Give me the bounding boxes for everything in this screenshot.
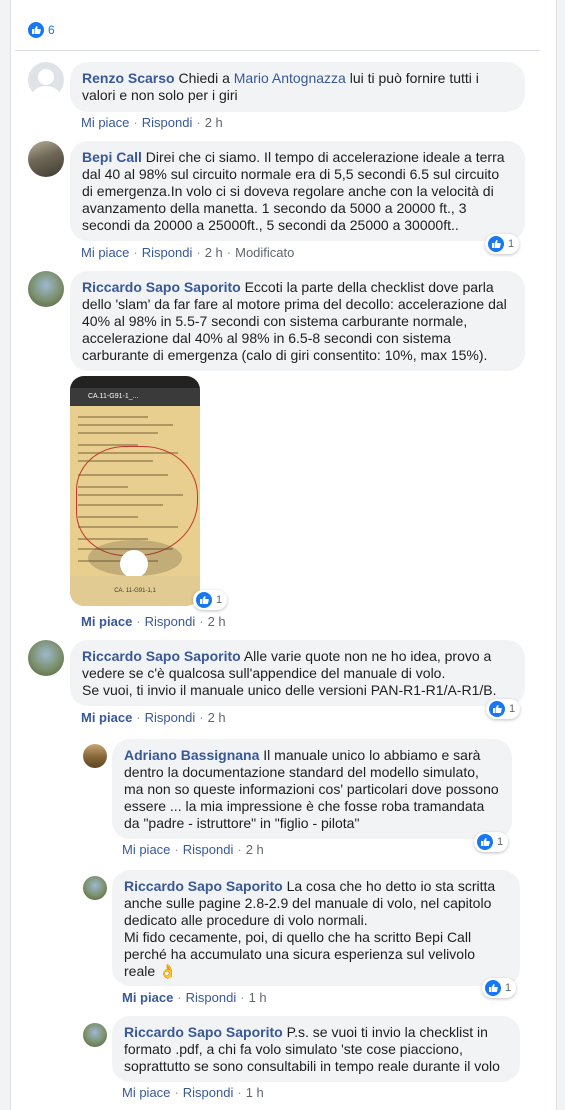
comment-bubble: Bepi Call Direi che ci siamo. Il tempo d… [70, 141, 525, 241]
pdf-viewer-title: CA.11-G91-1_... [70, 388, 200, 406]
like-icon [477, 834, 493, 850]
reply-button[interactable]: Rispondi [145, 614, 196, 629]
reply-author[interactable]: Riccardo Sapo Saporito [124, 1024, 283, 1040]
page-indicator [120, 550, 148, 578]
page-footer: CA. 11-G91-1,1 [70, 576, 200, 606]
mention-link[interactable]: Mario Antognazza [234, 70, 346, 86]
comment-reactions[interactable]: 1 [485, 234, 520, 254]
reply-author[interactable]: Adriano Bassignana [124, 747, 259, 763]
reaction-count: 1 [505, 982, 512, 994]
avatar[interactable] [28, 640, 64, 676]
reply-button[interactable]: Rispondi [142, 245, 193, 260]
like-button[interactable]: Mi piace [81, 115, 129, 130]
reply-bubble: Adriano Bassignana Il manuale unico lo a… [112, 739, 512, 839]
comment-timestamp[interactable]: 2 h [208, 710, 226, 725]
like-icon [485, 980, 501, 996]
reply-bubble: Riccardo Sapo Saporito La cosa che ho de… [112, 870, 520, 986]
reaction-count: 1 [497, 836, 504, 848]
like-icon [196, 592, 212, 608]
edited-label[interactable]: Modificato [235, 245, 294, 260]
reply-actions: Mi piace · Rispondi · 2 h [122, 842, 264, 857]
comment-bubble: Riccardo Sapo Saporito Eccoti la parte d… [70, 271, 525, 371]
comment-timestamp[interactable]: 2 h [205, 245, 223, 260]
divider [15, 50, 540, 51]
reply-timestamp[interactable]: 1 h [249, 990, 267, 1005]
reply-timestamp[interactable]: 2 h [246, 842, 264, 857]
reply-bubble: Riccardo Sapo Saporito P.s. se vuoi ti i… [112, 1016, 520, 1082]
ok-hand-emoji: 👌 [159, 963, 177, 979]
like-button[interactable]: Mi piace [81, 245, 129, 260]
reaction-count: 1 [216, 594, 223, 606]
comment-timestamp[interactable]: 2 h [205, 115, 223, 130]
comment-actions: Mi piace · Rispondi · 2 h [81, 710, 226, 725]
comment-actions: Mi piace · Rispondi · 2 h [81, 115, 223, 130]
post-like-count: 6 [48, 23, 55, 37]
comment-author[interactable]: Bepi Call [82, 149, 142, 165]
like-button[interactable]: Mi piace [122, 842, 170, 857]
like-icon [489, 701, 505, 717]
reply-reactions[interactable]: 1 [482, 978, 517, 998]
reply-button[interactable]: Rispondi [183, 842, 234, 857]
reply-button[interactable]: Rispondi [145, 710, 196, 725]
reaction-count: 1 [508, 238, 515, 250]
reply-actions: Mi piace · Rispondi · 1 h [122, 990, 267, 1005]
reply-button[interactable]: Rispondi [186, 990, 237, 1005]
reply-actions: Mi piace · Rispondi · 1 h [122, 1085, 264, 1100]
comment-actions: Mi piace · Rispondi · 2 h · Modificato [81, 245, 295, 260]
comment-reactions[interactable]: 1 [193, 590, 228, 610]
like-button[interactable]: Mi piace [81, 614, 132, 629]
comment-reactions[interactable]: 1 [486, 699, 521, 719]
reply-author[interactable]: Riccardo Sapo Saporito [124, 878, 283, 894]
avatar[interactable] [83, 1023, 107, 1047]
reply-button[interactable]: Rispondi [142, 115, 193, 130]
avatar[interactable] [28, 271, 64, 307]
comment-author[interactable]: Riccardo Sapo Saporito [82, 648, 241, 664]
reply-text: Mi fido cecamente, poi, di quello che ha… [124, 929, 475, 979]
comment-text: Chiedi a [174, 70, 234, 86]
avatar[interactable] [28, 62, 64, 98]
avatar[interactable] [83, 744, 107, 768]
reaction-count: 1 [509, 703, 516, 715]
comment-text: Se vuoi, ti invio il manuale unico delle… [82, 682, 497, 698]
comment-author[interactable]: Riccardo Sapo Saporito [82, 279, 241, 295]
phone-status-bar [70, 376, 200, 388]
comment-text: Direi che ci siamo. Il tempo di accelera… [82, 149, 505, 233]
like-icon [488, 236, 504, 252]
post-reactions-summary[interactable]: 6 [28, 22, 55, 38]
comment-actions: Mi piace · Rispondi · 2 h [81, 614, 226, 629]
comment-bubble: Riccardo Sapo Saporito Alle varie quote … [70, 640, 525, 706]
avatar[interactable] [83, 876, 107, 900]
like-icon [28, 22, 44, 38]
like-button[interactable]: Mi piace [122, 1085, 170, 1100]
like-button[interactable]: Mi piace [81, 710, 132, 725]
comment-bubble: Renzo Scarso Chiedi a Mario Antognazza l… [70, 62, 525, 112]
comment-timestamp[interactable]: 2 h [208, 614, 226, 629]
reply-reactions[interactable]: 1 [474, 832, 509, 852]
attached-photo[interactable]: CA.11-G91-1_... CA. 11-G91-1,1 [70, 376, 200, 606]
avatar[interactable] [28, 141, 64, 177]
comment-author[interactable]: Renzo Scarso [82, 70, 175, 86]
like-button[interactable]: Mi piace [122, 990, 173, 1005]
reply-timestamp[interactable]: 1 h [246, 1085, 264, 1100]
reply-button[interactable]: Rispondi [183, 1085, 234, 1100]
